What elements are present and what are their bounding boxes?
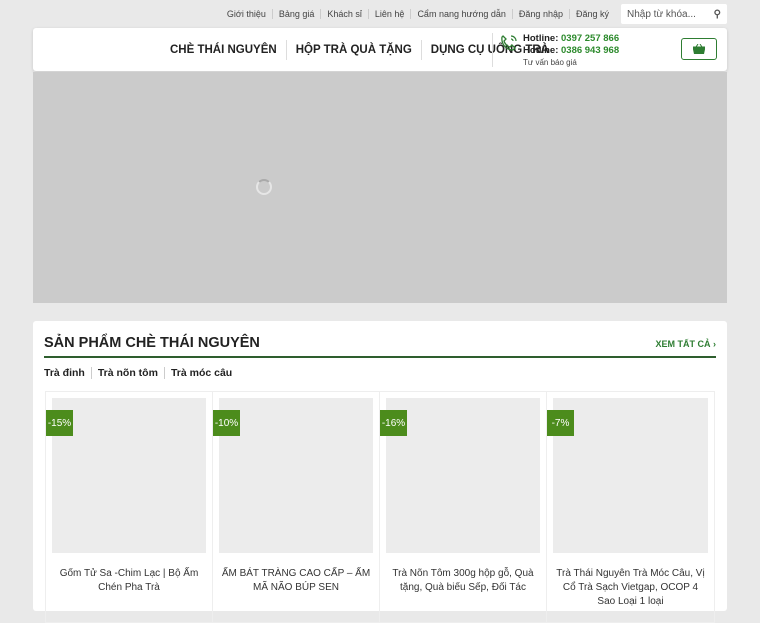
hotline-label: Hotline:	[523, 45, 559, 56]
link-gioi-thieu[interactable]: Giới thiệu	[221, 9, 273, 19]
discount-badge: -16%	[380, 410, 407, 436]
basket-icon	[693, 44, 705, 54]
tab-tra-dinh[interactable]: Trà đinh	[44, 367, 91, 379]
header: CHÈ THÁI NGUYÊN HỘP TRÀ QUÀ TẶNG DỤNG CỤ…	[33, 28, 727, 71]
category-tabs: Trà đinh Trà nõn tôm Trà móc câu	[44, 367, 238, 379]
nav-hop-tra-qua-tang[interactable]: HỘP TRÀ QUÀ TẶNG	[287, 39, 422, 60]
see-all-label: XEM TẤT CẢ	[655, 339, 711, 349]
discount-badge: -15%	[46, 410, 73, 436]
product-name[interactable]: ẤM BÁT TRÀNG CAO CẤP – ẤM MÃ NÃO BÚP SEN	[221, 567, 371, 595]
product-card[interactable]: -10% ẤM BÁT TRÀNG CAO CẤP – ẤM MÃ NÃO BÚP…	[213, 392, 380, 622]
tab-tra-non-tom[interactable]: Trà nõn tôm	[90, 367, 164, 379]
link-cam-nang[interactable]: Cẩm nang hướng dẫn	[411, 9, 513, 19]
product-section: SẢN PHẨM CHÈ THÁI NGUYÊN XEM TẤT CẢ › Tr…	[33, 321, 727, 623]
search-placeholder: Nhập từ khóa...	[627, 8, 696, 20]
section-title: SẢN PHẨM CHÈ THÁI NGUYÊN	[44, 335, 260, 351]
top-bar: Giới thiệu Bảng giá Khách sỉ Liên hệ Cẩm…	[221, 4, 727, 24]
hotline-block: Hotline: 0397 257 866 Hotline: 0386 943 …	[492, 33, 619, 67]
product-card[interactable]: -15% Gốm Tử Sa -Chim Lạc | Bộ Ấm Chén Pha…	[46, 392, 213, 622]
tab-tra-moc-cau[interactable]: Trà móc câu	[163, 367, 238, 379]
section-divider	[44, 356, 716, 358]
product-grid: -15% Gốm Tử Sa -Chim Lạc | Bộ Ấm Chén Pha…	[45, 391, 715, 623]
see-all-link[interactable]: XEM TẤT CẢ ›	[655, 339, 716, 349]
product-name[interactable]: Trà Nõn Tôm 300g hộp gỗ, Quà tặng, Quà b…	[388, 567, 538, 595]
product-name[interactable]: Gốm Tử Sa -Chim Lạc | Bộ Ấm Chén Pha Trà	[54, 567, 204, 595]
loading-spinner-icon	[256, 179, 272, 195]
phone-icon	[501, 35, 517, 51]
product-image[interactable]	[386, 398, 540, 553]
nav-che-thai-nguyen[interactable]: CHÈ THÁI NGUYÊN	[161, 39, 287, 60]
product-card[interactable]: -16% Trà Nõn Tôm 300g hộp gỗ, Quà tặng, Q…	[380, 392, 547, 622]
discount-badge: -10%	[213, 410, 240, 436]
search-input[interactable]: Nhập từ khóa... ⚲	[621, 4, 727, 24]
product-image[interactable]	[553, 398, 708, 553]
hotline-phone-1[interactable]: 0397 257 866	[561, 33, 619, 44]
product-image[interactable]	[52, 398, 206, 553]
banner-slider[interactable]	[33, 72, 727, 303]
link-lien-he[interactable]: Liên hệ	[369, 9, 412, 19]
hotline-sub: Tư vấn báo giá	[523, 58, 577, 67]
product-name[interactable]: Trà Thái Nguyên Trà Móc Câu, Vị Cổ Trà S…	[555, 567, 706, 609]
discount-badge: -7%	[547, 410, 574, 436]
cart-button[interactable]	[681, 38, 717, 60]
link-dang-ky[interactable]: Đăng ký	[570, 9, 615, 19]
chevron-right-icon: ›	[713, 339, 716, 349]
link-bang-gia[interactable]: Bảng giá	[273, 9, 322, 19]
link-dang-nhap[interactable]: Đăng nhập	[513, 9, 570, 19]
search-icon[interactable]: ⚲	[714, 9, 721, 20]
hotline-phone-2[interactable]: 0386 943 968	[561, 45, 619, 56]
product-card[interactable]: -7% Trà Thái Nguyên Trà Móc Câu, Vị Cổ Tr…	[547, 392, 714, 622]
hotline-label: Hotline:	[523, 33, 559, 44]
link-khach-si[interactable]: Khách sỉ	[321, 9, 369, 19]
product-image[interactable]	[219, 398, 373, 553]
